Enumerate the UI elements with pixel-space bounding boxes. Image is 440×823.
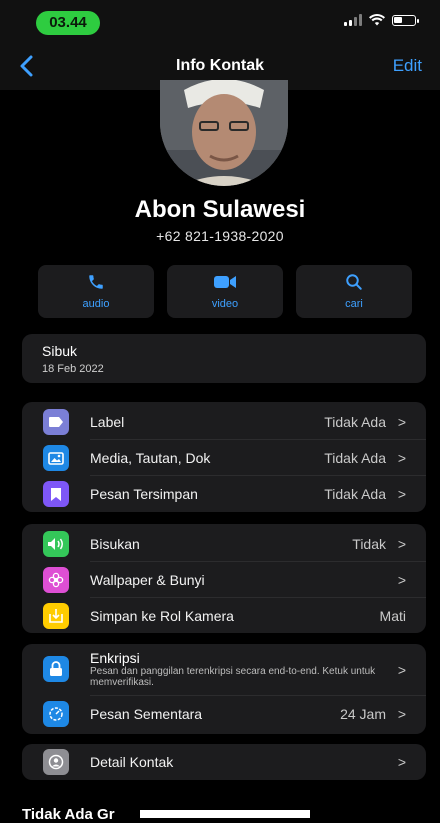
- row-temp-text: Pesan Sementara: [90, 706, 203, 722]
- chevron-right-icon: >: [397, 706, 406, 722]
- row-saved-text: Pesan Tersimpan: [90, 486, 198, 502]
- notification-settings-group: Bisukan Tidak > Wallpaper & Bunyi > Simp…: [22, 524, 426, 633]
- contact-name: Abon Sulawesi: [134, 196, 306, 223]
- row-media-text: Media, Tautan, Dok: [90, 450, 211, 466]
- row-mute-text: Bisukan: [90, 536, 140, 552]
- row-encryption[interactable]: Enkripsi Pesan dan panggilan terenkripsi…: [22, 644, 426, 696]
- video-icon: [214, 276, 236, 288]
- row-mute-value: Tidak: [352, 536, 386, 552]
- row-saved-value: Tidak Ada: [324, 486, 386, 502]
- wifi-icon: [369, 14, 385, 26]
- status-date: 18 Feb 2022: [42, 363, 104, 375]
- status-time: 03.44: [36, 11, 100, 35]
- redaction-overlay: [140, 810, 310, 818]
- row-contact-details-text: Detail Kontak: [90, 754, 174, 770]
- chevron-right-icon: >: [397, 536, 406, 552]
- privacy-settings-group: Enkripsi Pesan dan panggilan terenkripsi…: [22, 644, 426, 734]
- row-save-camera-roll[interactable]: Simpan ke Rol Kamera Mati: [22, 598, 426, 634]
- audio-label: audio: [82, 298, 110, 310]
- video-call-button[interactable]: video: [167, 265, 283, 318]
- timer-icon: [43, 701, 69, 727]
- contact-details-group: Detail Kontak >: [22, 744, 426, 780]
- row-mute[interactable]: Bisukan Tidak >: [22, 526, 426, 562]
- download-icon: [43, 603, 69, 629]
- row-wallpaper[interactable]: Wallpaper & Bunyi >: [22, 562, 426, 598]
- flower-icon: [43, 567, 69, 593]
- avatar-photo: [160, 80, 288, 186]
- contact-icon: [43, 749, 69, 775]
- media-settings-group: Label Tidak Ada > Media, Tautan, Dok Tid…: [22, 402, 426, 512]
- search-button[interactable]: cari: [296, 265, 412, 318]
- status-title: Sibuk: [42, 343, 78, 359]
- tag-icon: [43, 409, 69, 435]
- encryption-description: Pesan dan panggilan terenkripsi secara e…: [90, 666, 376, 688]
- video-label: video: [211, 298, 239, 310]
- photo-icon: [43, 445, 69, 471]
- row-contact-details[interactable]: Detail Kontak >: [22, 744, 426, 780]
- row-wallpaper-text: Wallpaper & Bunyi: [90, 572, 205, 588]
- groups-section-title: Tidak Ada Gr: [22, 806, 115, 823]
- phone-icon: [89, 275, 103, 289]
- audio-call-button[interactable]: audio: [38, 265, 154, 318]
- contact-phone: +62 821-1938-2020: [156, 228, 284, 244]
- search-label: cari: [345, 298, 363, 310]
- row-media[interactable]: Media, Tautan, Dok Tidak Ada >: [22, 440, 426, 476]
- row-label-value: Tidak Ada: [324, 414, 386, 430]
- speaker-icon: [43, 531, 69, 557]
- row-camera-value: Mati: [379, 608, 406, 624]
- row-disappearing-messages[interactable]: Pesan Sementara 24 Jam >: [22, 696, 426, 732]
- encryption-title: Enkripsi: [90, 650, 140, 666]
- chevron-right-icon: >: [397, 450, 406, 466]
- search-icon: [346, 274, 362, 290]
- chevron-right-icon: >: [397, 572, 406, 588]
- bookmark-icon: [43, 481, 69, 507]
- lock-icon: [43, 656, 69, 682]
- row-media-value: Tidak Ada: [324, 450, 386, 466]
- quick-actions: audio video cari: [38, 265, 412, 318]
- status-bar: 03.44: [0, 0, 440, 44]
- row-saved-messages[interactable]: Pesan Tersimpan Tidak Ada >: [22, 476, 426, 512]
- chevron-right-icon: >: [397, 486, 406, 502]
- row-camera-text: Simpan ke Rol Kamera: [90, 608, 234, 624]
- chevron-right-icon: >: [397, 662, 406, 678]
- chevron-right-icon: >: [397, 754, 406, 770]
- battery-icon: [392, 14, 419, 26]
- status-icons: [344, 14, 419, 26]
- row-label[interactable]: Label Tidak Ada >: [22, 404, 426, 440]
- contact-avatar[interactable]: [160, 80, 288, 186]
- edit-button[interactable]: Edit: [393, 56, 422, 76]
- row-label-text: Label: [90, 414, 125, 430]
- contact-status-card: Sibuk 18 Feb 2022: [22, 334, 426, 383]
- chevron-right-icon: >: [397, 414, 406, 430]
- row-temp-value: 24 Jam: [340, 706, 386, 722]
- signal-icon: [344, 14, 362, 26]
- page-title: Info Kontak: [176, 57, 264, 74]
